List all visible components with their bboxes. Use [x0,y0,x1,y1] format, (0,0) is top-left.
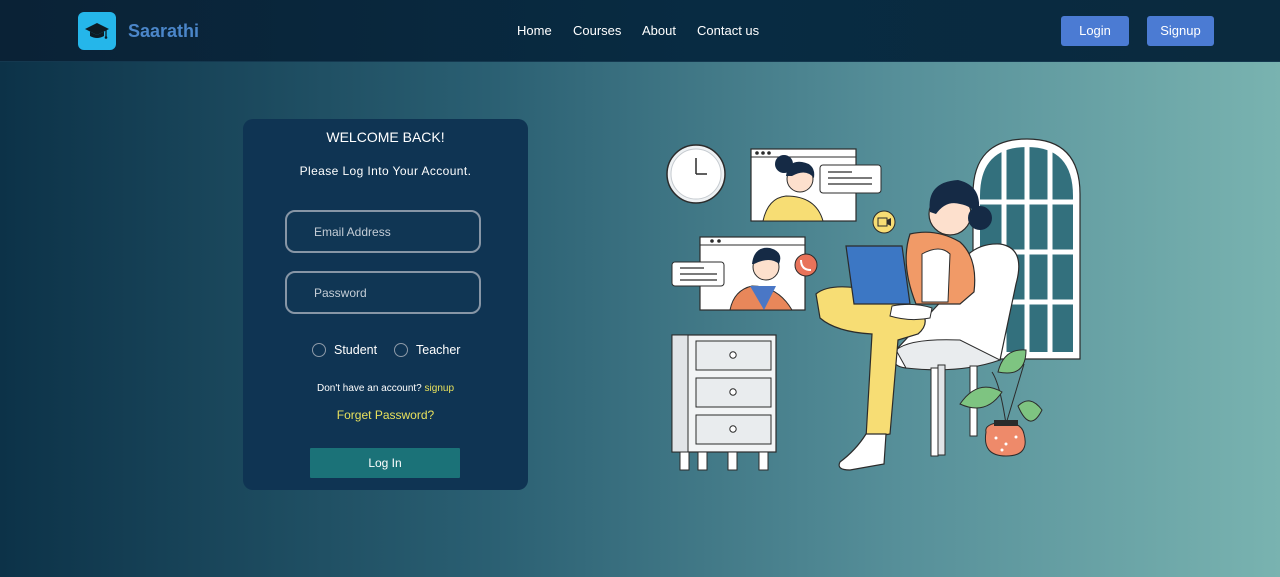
navbar: Saarathi Home Courses About Contact us L… [0,0,1280,62]
logo[interactable] [78,12,116,50]
nav-link-home[interactable]: Home [517,23,552,39]
submit-login-button[interactable]: Log In [310,448,460,478]
login-subtitle: Please Log Into Your Account. [299,164,472,178]
phone-badge [794,253,818,277]
video-call-window-man [671,236,806,311]
nav-link-contact[interactable]: Contact us [697,23,759,39]
nav-link-about[interactable]: About [642,23,676,39]
welcome-title: WELCOME BACK! [326,129,445,145]
camera-badge [872,210,896,234]
video-call-window-woman [750,148,882,222]
no-account-text: Don't have an account? [316,383,422,394]
brand-name[interactable]: Saarathi [128,21,199,41]
login-button[interactable]: Login [1061,16,1129,46]
email-input[interactable] [285,210,481,253]
student-label: Student [334,343,378,357]
nav-link-courses[interactable]: Courses [573,23,621,39]
drawer-cabinet [671,334,777,471]
forget-password-link[interactable]: Forget Password? [243,408,528,422]
online-learning-illustration [666,138,1081,471]
signup-link[interactable]: signup [425,383,454,394]
teacher-label: Teacher [416,343,461,357]
login-card: WELCOME BACK! Please Log Into Your Accou… [243,119,528,490]
signup-button[interactable]: Signup [1147,16,1214,46]
password-input[interactable] [285,271,481,314]
graduation-cap-icon [85,23,109,39]
student-radio[interactable] [312,343,326,357]
wall-clock [666,144,726,204]
no-account-line: Don't have an account? signup [243,383,528,395]
teacher-radio[interactable] [394,343,408,357]
